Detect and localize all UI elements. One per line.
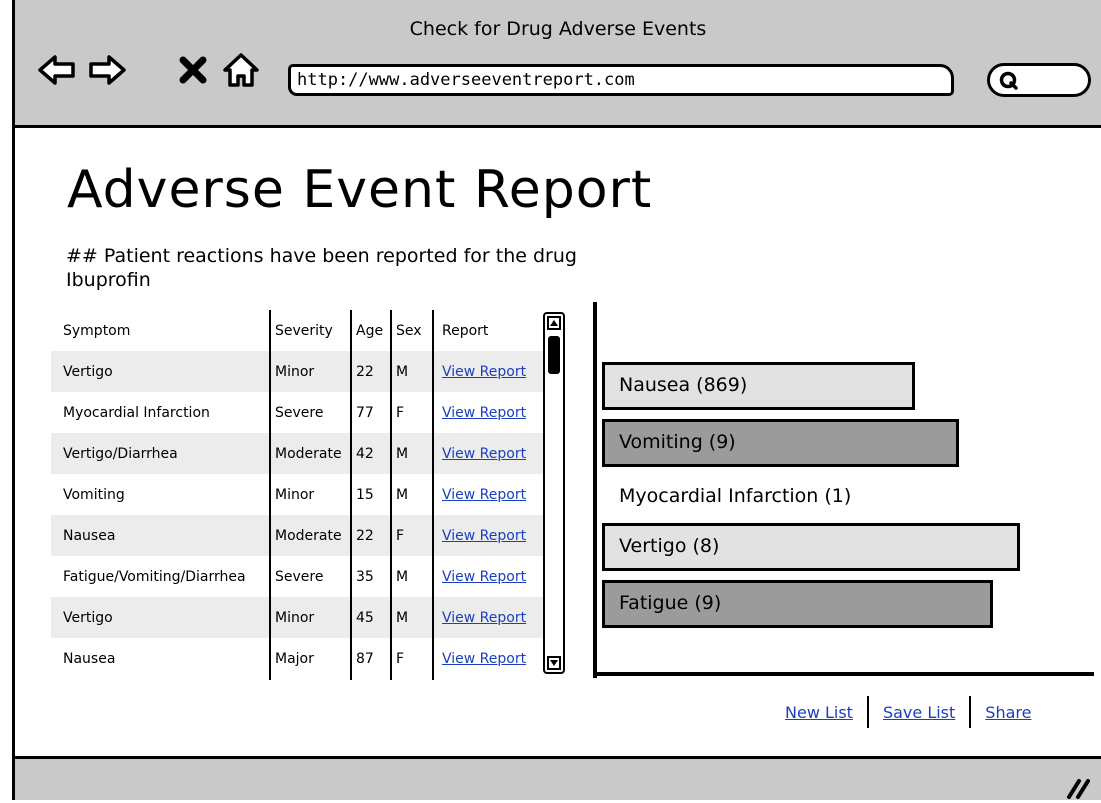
age-cell: 45 [356, 609, 374, 626]
view-report-link[interactable]: View Report [442, 405, 526, 421]
column-header-report[interactable]: Report [434, 323, 543, 339]
bar-vertigo[interactable]: Vertigo (8) [602, 523, 1020, 571]
severity-cell: Minor [275, 363, 315, 380]
symptom-cell: Vertigo [63, 609, 113, 626]
page-title: Adverse Event Report [67, 160, 653, 220]
list-actions: New List Save List Share [785, 696, 1031, 728]
table-row[interactable]: Nausea Moderate 22 F View Report [51, 515, 543, 556]
age-cell: 87 [356, 650, 374, 667]
column-header-severity[interactable]: Severity [271, 323, 352, 339]
browser-window: Check for Drug Adverse Events http://www… [12, 0, 1101, 800]
sex-cell: M [396, 609, 409, 626]
sex-cell: M [396, 445, 409, 462]
chart-x-axis [593, 672, 1094, 676]
divider [969, 696, 972, 728]
table-row[interactable]: Vertigo/Diarrhea Moderate 42 M View Repo… [51, 433, 543, 474]
browser-toolbar: Check for Drug Adverse Events http://www… [15, 0, 1101, 128]
column-divider [432, 310, 434, 680]
save-list-link[interactable]: Save List [883, 703, 955, 722]
column-header-age[interactable]: Age [352, 323, 392, 339]
table-row[interactable]: Vertigo Minor 45 M View Report [51, 597, 543, 638]
age-cell: 42 [356, 445, 374, 462]
severity-cell: Minor [275, 486, 315, 503]
view-report-link[interactable]: View Report [442, 446, 526, 462]
column-divider [350, 310, 352, 680]
column-divider [269, 310, 271, 680]
age-cell: 22 [356, 527, 374, 544]
window-title: Check for Drug Adverse Events [409, 18, 707, 40]
adverse-events-table: Symptom Severity Age Sex Report Vertigo … [51, 310, 543, 680]
divider [866, 696, 869, 728]
bar-fatigue[interactable]: Fatigue (9) [602, 580, 993, 628]
chart-y-axis [593, 302, 597, 678]
table-header-row: Symptom Severity Age Sex Report [51, 310, 543, 351]
table-row[interactable]: Myocardial Infarction Severe 77 F View R… [51, 392, 543, 433]
status-bar [15, 756, 1101, 800]
forward-arrow-icon[interactable] [87, 50, 127, 90]
browser-search-input[interactable] [987, 63, 1091, 97]
view-report-link[interactable]: View Report [442, 569, 526, 585]
drug-name: Ibuprofin [66, 269, 151, 291]
home-icon[interactable] [221, 50, 261, 90]
symptom-cell: Myocardial Infarction [63, 404, 210, 421]
sex-cell: F [396, 404, 405, 421]
subtitle-line: ## Patient reactions have been reported … [66, 245, 577, 267]
new-list-link[interactable]: New List [785, 703, 853, 722]
age-cell: 35 [356, 568, 374, 585]
share-link[interactable]: Share [985, 703, 1031, 722]
resize-grip-icon[interactable] [1065, 775, 1091, 803]
scroll-thumb[interactable] [548, 336, 560, 374]
severity-cell: Severe [275, 404, 324, 421]
age-cell: 77 [356, 404, 374, 421]
sex-cell: M [396, 363, 409, 380]
severity-cell: Severe [275, 568, 324, 585]
symptom-cell: Nausea [63, 527, 116, 544]
column-divider [390, 310, 392, 680]
age-cell: 22 [356, 363, 374, 380]
view-report-link[interactable]: View Report [442, 651, 526, 667]
url-input[interactable]: http://www.adverseeventreport.com [288, 64, 954, 96]
search-icon [998, 70, 1020, 96]
sex-cell: M [396, 568, 409, 585]
age-cell: 15 [356, 486, 374, 503]
symptom-cell: Vertigo/Diarrhea [63, 445, 178, 462]
table-row[interactable]: Vertigo Minor 22 M View Report [51, 351, 543, 392]
back-arrow-icon[interactable] [37, 50, 77, 90]
view-report-link[interactable]: View Report [442, 528, 526, 544]
scroll-down-icon[interactable] [547, 656, 561, 670]
bar-vomiting[interactable]: Vomiting (9) [602, 419, 959, 467]
severity-cell: Moderate [275, 445, 342, 462]
table-row[interactable]: Fatigue/Vomiting/Diarrhea Severe 35 M Vi… [51, 556, 543, 597]
column-header-symptom[interactable]: Symptom [51, 323, 271, 339]
reactions-bar-chart: Nausea (869) Vomiting (9) Myocardial Inf… [593, 300, 1098, 680]
bar-myocardial-infarction[interactable]: Myocardial Infarction (1) [602, 473, 902, 521]
view-report-link[interactable]: View Report [442, 610, 526, 626]
severity-cell: Major [275, 650, 314, 667]
view-report-link[interactable]: View Report [442, 364, 526, 380]
symptom-cell: Vomiting [63, 486, 125, 503]
bar-nausea[interactable]: Nausea (869) [602, 362, 915, 410]
symptom-cell: Nausea [63, 650, 116, 667]
sex-cell: F [396, 527, 405, 544]
table-row[interactable]: Vomiting Minor 15 M View Report [51, 474, 543, 515]
scroll-up-icon[interactable] [547, 316, 561, 330]
table-scrollbar[interactable] [543, 312, 565, 674]
symptom-cell: Fatigue/Vomiting/Diarrhea [63, 568, 246, 585]
column-header-sex[interactable]: Sex [392, 323, 434, 339]
symptom-cell: Vertigo [63, 363, 113, 380]
sex-cell: F [396, 650, 405, 667]
severity-cell: Moderate [275, 527, 342, 544]
stop-x-icon[interactable] [173, 50, 213, 90]
sex-cell: M [396, 486, 409, 503]
view-report-link[interactable]: View Report [442, 487, 526, 503]
table-row[interactable]: Nausea Major 87 F View Report [51, 638, 543, 679]
severity-cell: Minor [275, 609, 315, 626]
report-subtitle: ## Patient reactions have been reported … [66, 244, 686, 292]
